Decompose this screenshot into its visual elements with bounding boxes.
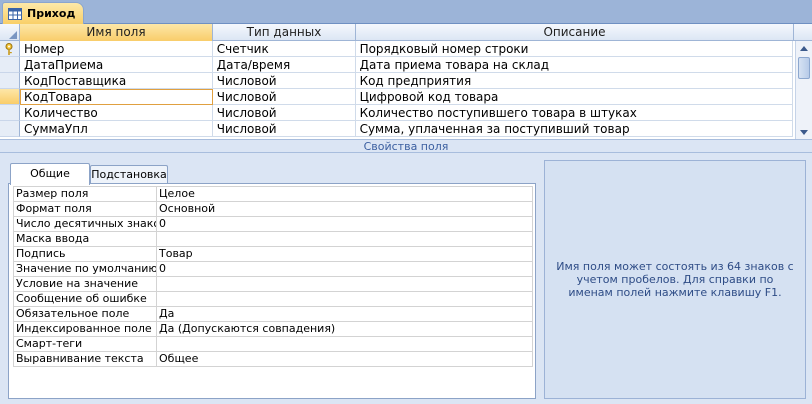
vertical-scrollbar[interactable] — [795, 41, 812, 139]
property-label: Индексированное поле — [14, 322, 157, 336]
description-cell[interactable]: Сумма, уплаченная за поступивший товар — [355, 121, 793, 137]
column-header-description[interactable]: Описание — [356, 24, 794, 41]
property-row[interactable]: Число десятичных знаков 0 — [14, 217, 532, 232]
table-row[interactable]: СуммаУпл Числовой Сумма, уплаченная за п… — [0, 121, 793, 137]
help-text: Имя поля может состоять из 64 знаков с у… — [556, 260, 794, 299]
property-label: Смарт-теги — [14, 337, 157, 351]
property-label: Маска ввода — [14, 232, 157, 246]
property-value[interactable] — [157, 232, 532, 246]
row-selector[interactable] — [0, 73, 20, 89]
property-row[interactable]: Обязательное поле Да — [14, 307, 532, 322]
table-row[interactable]: Количество Числовой Количество поступивш… — [0, 105, 793, 121]
description-cell[interactable]: Код предприятия — [355, 73, 793, 89]
property-row[interactable]: Подпись Товар — [14, 247, 532, 262]
document-tab[interactable]: Приход — [2, 2, 84, 24]
table-row[interactable]: Номер Счетчик Порядковый номер строки — [0, 41, 793, 57]
data-type-cell[interactable]: Дата/время — [212, 57, 356, 73]
property-label: Сообщение об ошибке — [14, 292, 157, 306]
data-type-cell[interactable]: Числовой — [212, 73, 356, 89]
description-cell[interactable]: Количество поступившего товара в штуках — [355, 105, 793, 121]
property-label: Выравнивание текста — [14, 352, 157, 366]
description-cell[interactable]: Порядковый номер строки — [355, 41, 793, 57]
row-selector[interactable] — [0, 89, 20, 105]
field-name-cell[interactable]: КодПоставщика — [19, 73, 213, 89]
arrow-down-icon — [800, 129, 808, 135]
property-value[interactable] — [157, 337, 532, 351]
data-type-cell[interactable]: Счетчик — [212, 41, 356, 57]
tab-general[interactable]: Общие — [10, 163, 90, 185]
property-row[interactable]: Размер поля Целое — [14, 187, 532, 202]
field-name-cell[interactable]: ДатаПриема — [19, 57, 213, 73]
property-value[interactable]: Целое — [157, 187, 532, 201]
property-row[interactable]: Формат поля Основной — [14, 202, 532, 217]
property-row[interactable]: Сообщение об ошибке — [14, 292, 532, 307]
row-selector[interactable] — [0, 41, 20, 57]
tab-lookup[interactable]: Подстановка — [90, 165, 168, 184]
property-label: Значение по умолчанию — [16, 262, 157, 276]
property-value[interactable]: Основной — [157, 202, 532, 216]
property-row[interactable]: Условие на значение — [14, 277, 532, 292]
field-name-cell[interactable]: СуммаУпл — [19, 121, 213, 137]
property-label: Число десятичных знаков — [16, 217, 157, 231]
field-name-cell[interactable]: КодТовара — [19, 89, 213, 105]
property-row[interactable]: Выравнивание текста Общее — [14, 352, 532, 367]
row-selector[interactable] — [0, 105, 20, 121]
field-name-cell[interactable]: Номер — [19, 41, 213, 57]
data-type-cell[interactable]: Числовой — [212, 105, 356, 121]
table-icon — [8, 7, 22, 20]
scroll-thumb[interactable] — [798, 57, 810, 79]
row-selector[interactable] — [0, 57, 20, 73]
property-value[interactable] — [157, 292, 532, 306]
table-row[interactable]: КодПоставщика Числовой Код предприятия — [0, 73, 793, 89]
select-all-corner[interactable] — [0, 24, 20, 41]
data-type-cell[interactable]: Числовой — [212, 89, 356, 105]
field-properties-title: Свойства поля — [0, 139, 812, 153]
property-label: Подпись — [14, 247, 157, 261]
property-label: Условие на значение — [14, 277, 157, 291]
document-tab-strip: Приход — [0, 0, 812, 24]
description-cell[interactable]: Цифровой код товара — [355, 89, 793, 105]
column-header-field-name[interactable]: Имя поля — [20, 24, 213, 41]
properties-table: Размер поля Целое Формат поля Основной Чис… — [13, 186, 533, 367]
description-cell[interactable]: Дата приема товара на склад — [355, 57, 793, 73]
scroll-down-button[interactable] — [796, 125, 812, 139]
help-panel: Имя поля может состоять из 64 знаков с у… — [544, 160, 806, 399]
field-name-cell[interactable]: Количество — [19, 105, 213, 121]
data-type-cell[interactable]: Числовой — [212, 121, 356, 137]
property-row[interactable]: Значение по умолчанию 0 — [14, 262, 532, 277]
property-value[interactable]: Общее — [157, 352, 532, 366]
scroll-up-button[interactable] — [796, 41, 812, 55]
property-row[interactable]: Смарт-теги — [14, 337, 532, 352]
property-label: Формат поля — [14, 202, 157, 216]
row-selector[interactable] — [0, 121, 20, 137]
property-label: Размер поля — [14, 187, 157, 201]
grid-header: Имя поля Тип данных Описание — [0, 24, 812, 41]
table-row[interactable]: ДатаПриема Дата/время Дата приема товара… — [0, 57, 793, 73]
property-value[interactable]: 0 — [157, 262, 532, 276]
field-design-grid: Имя поля Тип данных Описание Номер Счетч… — [0, 24, 812, 139]
property-row[interactable]: Индексированное поле Да (Допускаются совп… — [14, 322, 532, 337]
arrow-up-icon — [800, 45, 808, 51]
property-value[interactable]: 0 — [157, 217, 532, 231]
table-row-current[interactable]: КодТовара Числовой Цифровой код товара — [0, 89, 793, 105]
field-properties-panel: Общие Подстановка Размер поля Целое Форма… — [8, 163, 536, 399]
property-row[interactable]: Маска ввода — [14, 232, 532, 247]
property-value[interactable] — [157, 277, 532, 291]
properties-sheet: Размер поля Целое Формат поля Основной Чис… — [8, 183, 536, 399]
column-header-data-type[interactable]: Тип данных — [213, 24, 356, 41]
document-tab-label: Приход — [27, 7, 76, 20]
primary-key-icon — [5, 43, 13, 55]
property-value[interactable]: Товар — [157, 247, 532, 261]
property-label: Обязательное поле — [14, 307, 157, 321]
property-value[interactable]: Да (Допускаются совпадения) — [157, 322, 532, 336]
property-value[interactable]: Да — [157, 307, 532, 321]
